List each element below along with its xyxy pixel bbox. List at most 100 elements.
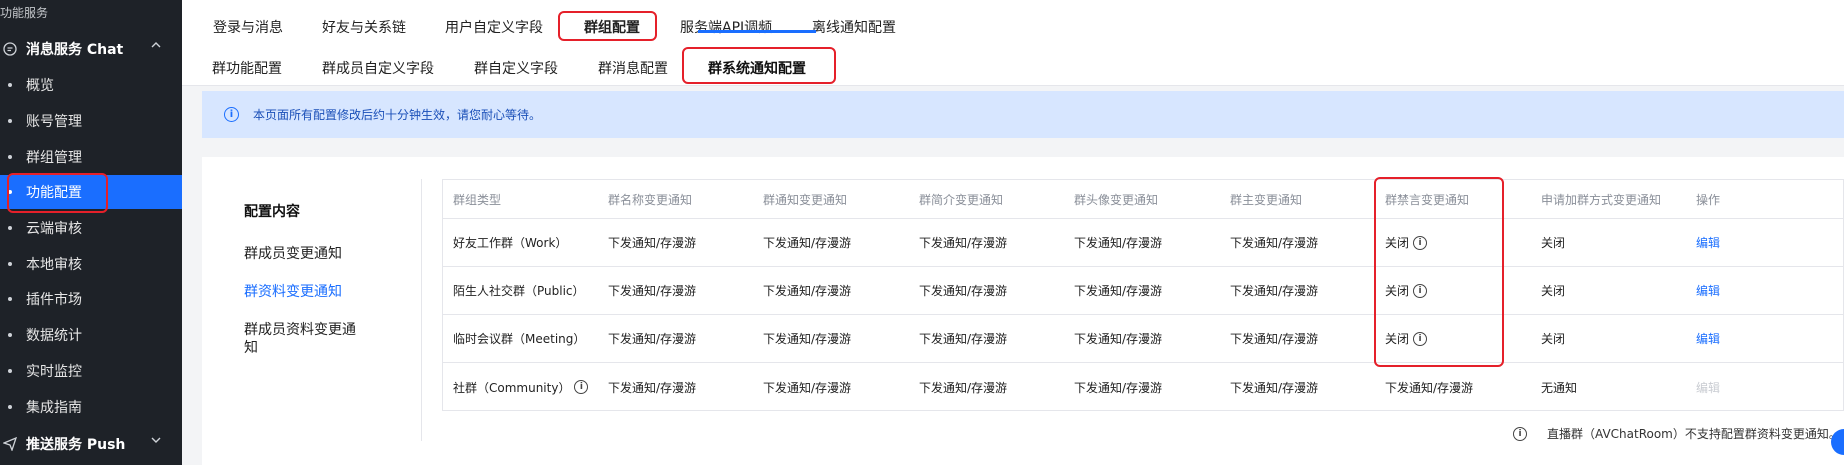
table-cell: 下发通知/存漫游 bbox=[919, 332, 1008, 346]
header-cell: 群简介变更通知 bbox=[919, 192, 1004, 207]
group-type-cell: 陌生人社交群（Public） bbox=[453, 284, 585, 298]
active-tab-underline bbox=[698, 30, 816, 33]
sidebar-item-statistics[interactable]: 数据统计 bbox=[0, 318, 182, 352]
chat-bubble-icon bbox=[2, 41, 18, 57]
header-cell: 群头像变更通知 bbox=[1074, 192, 1159, 207]
config-item-member-change[interactable]: 群成员变更通知 bbox=[244, 245, 364, 263]
sidebar-group-chat[interactable]: 消息服务 Chat bbox=[0, 34, 182, 64]
config-item-profile-change[interactable]: 群资料变更通知 bbox=[244, 283, 364, 301]
header-cell: 群组类型 bbox=[453, 192, 502, 207]
sidebar-item-realtime-monitor[interactable]: 实时监控 bbox=[0, 354, 182, 388]
tab-login-message[interactable]: 登录与消息 bbox=[213, 17, 283, 37]
info-banner: i 本页面所有配置修改后约十分钟生效，请您耐心等待。 bbox=[202, 91, 1844, 138]
table-cell: 下发通知/存漫游 bbox=[1385, 380, 1474, 395]
bullet-icon bbox=[8, 190, 12, 194]
bullet-icon bbox=[8, 333, 12, 337]
sidebar-item-plugin-market[interactable]: 插件市场 bbox=[0, 282, 182, 316]
tab-offline-push[interactable]: 离线通知配置 bbox=[812, 17, 896, 37]
bullet-icon bbox=[8, 262, 12, 266]
chevron-up-icon bbox=[150, 39, 162, 54]
sidebar-section-label: 功能服务 bbox=[0, 6, 49, 20]
sidebar-item-accounts[interactable]: 账号管理 bbox=[0, 104, 182, 138]
subtab-system-notifications[interactable]: 群系统通知配置 bbox=[708, 58, 806, 78]
sidebar-item-label: 概览 bbox=[26, 78, 54, 94]
table-row: 好友工作群（Work） 下发通知/存漫游 下发通知/存漫游 下发通知/存漫游 下… bbox=[443, 219, 1844, 267]
info-icon[interactable]: i bbox=[1413, 331, 1428, 346]
mute-change-value: 关闭 bbox=[1385, 284, 1410, 298]
header-cell: 操作 bbox=[1696, 192, 1721, 207]
bullet-icon bbox=[8, 405, 12, 409]
tab-user-custom-fields[interactable]: 用户自定义字段 bbox=[445, 17, 543, 37]
mute-change-value: 关闭 bbox=[1385, 332, 1410, 346]
sidebar-group-chat-label: 消息服务 Chat bbox=[26, 42, 124, 58]
send-icon bbox=[2, 436, 18, 452]
mute-change-cell: 关闭 i bbox=[1385, 219, 1428, 266]
table-cell: 下发通知/存漫游 bbox=[1074, 236, 1163, 250]
top-tabs: 登录与消息 好友与关系链 用户自定义字段 群组配置 服务端API调频 离线通知配… bbox=[182, 0, 1844, 48]
table-cell: 下发通知/存漫游 bbox=[763, 236, 852, 250]
group-type-cell: 好友工作群（Work） bbox=[453, 236, 568, 250]
table-cell: 无通知 bbox=[1541, 380, 1578, 395]
table-header: 群组类型 群名称变更通知 群通知变更通知 群简介变更通知 群头像变更通知 群主变… bbox=[443, 180, 1844, 219]
edit-link[interactable]: 编辑 bbox=[1696, 267, 1720, 314]
mute-change-cell: 关闭 i bbox=[1385, 315, 1428, 362]
sidebar-item-label: 群组管理 bbox=[26, 150, 82, 166]
table-cell: 下发通知/存漫游 bbox=[763, 380, 852, 395]
sidebar-item-cloud-review[interactable]: 云端审核 bbox=[0, 211, 182, 245]
info-icon[interactable]: i bbox=[1413, 283, 1428, 298]
bullet-icon bbox=[8, 83, 12, 87]
table-cell: 下发通知/存漫游 bbox=[1230, 284, 1319, 298]
table-cell: 下发通知/存漫游 bbox=[919, 380, 1008, 395]
table-row: 临时会议群（Meeting） 下发通知/存漫游 下发通知/存漫游 下发通知/存漫… bbox=[443, 315, 1844, 363]
table-cell: 关闭 bbox=[1541, 284, 1566, 298]
info-icon[interactable]: i bbox=[574, 380, 589, 394]
subtab-group-custom-fields[interactable]: 群自定义字段 bbox=[474, 58, 558, 78]
header-cell: 申请加群方式变更通知 bbox=[1541, 192, 1662, 207]
sidebar-item-integration-guide[interactable]: 集成指南 bbox=[0, 390, 182, 424]
sidebar-item-label: 集成指南 bbox=[26, 400, 82, 416]
sidebar-item-label: 实时监控 bbox=[26, 364, 82, 380]
bullet-icon bbox=[8, 155, 12, 159]
sidebar-item-label: 本地审核 bbox=[26, 257, 82, 273]
tab-group-config[interactable]: 群组配置 bbox=[584, 17, 640, 37]
group-type-cell: 社群（Community） i bbox=[453, 363, 589, 411]
table-cell: 下发通知/存漫游 bbox=[763, 284, 852, 298]
table-cell: 下发通知/存漫游 bbox=[1230, 332, 1319, 346]
table-cell: 下发通知/存漫游 bbox=[608, 332, 697, 346]
table-cell: 下发通知/存漫游 bbox=[1230, 380, 1319, 395]
subtab-group-messages[interactable]: 群消息配置 bbox=[598, 58, 668, 78]
sidebar-item-feature-config[interactable]: 功能配置 bbox=[0, 175, 182, 209]
footnote-text: 直播群（AVChatRoom）不支持配置群资料变更通知。 bbox=[1547, 427, 1841, 441]
sidebar-item-label: 插件市场 bbox=[26, 292, 82, 308]
sidebar-item-label: 账号管理 bbox=[26, 114, 82, 130]
group-type-cell: 临时会议群（Meeting） bbox=[453, 332, 586, 346]
table-cell: 关闭 bbox=[1541, 332, 1566, 346]
tab-server-api[interactable]: 服务端API调频 bbox=[680, 17, 772, 37]
edit-link[interactable]: 编辑 bbox=[1696, 219, 1720, 266]
sub-tabs: 群功能配置 群成员自定义字段 群自定义字段 群消息配置 群系统通知配置 bbox=[182, 48, 1844, 86]
sidebar-item-overview[interactable]: 概览 bbox=[0, 68, 182, 102]
table-cell: 下发通知/存漫游 bbox=[1074, 380, 1163, 395]
info-icon[interactable]: i bbox=[1413, 235, 1428, 250]
edit-link-disabled: 编辑 bbox=[1696, 380, 1721, 395]
banner-text: 本页面所有配置修改后约十分钟生效，请您耐心等待。 bbox=[253, 108, 542, 122]
sidebar-item-label: 功能配置 bbox=[26, 185, 82, 201]
info-icon: i bbox=[224, 107, 239, 122]
subtab-member-custom-fields[interactable]: 群成员自定义字段 bbox=[322, 58, 434, 78]
sidebar-group-push[interactable]: 推送服务 Push bbox=[0, 429, 182, 459]
tab-friends-relations[interactable]: 好友与关系链 bbox=[322, 17, 406, 37]
edit-link[interactable]: 编辑 bbox=[1696, 315, 1720, 362]
sidebar-item-local-review[interactable]: 本地审核 bbox=[0, 247, 182, 281]
table-row: 社群（Community） i 下发通知/存漫游 下发通知/存漫游 下发通知/存漫… bbox=[443, 363, 1844, 411]
info-icon: i bbox=[1513, 426, 1527, 441]
config-panel-title: 配置内容 bbox=[244, 204, 300, 220]
bullet-icon bbox=[8, 369, 12, 373]
table-cell: 关闭 bbox=[1541, 236, 1566, 250]
header-cell: 群禁言变更通知 bbox=[1385, 192, 1470, 207]
sidebar-item-groups[interactable]: 群组管理 bbox=[0, 140, 182, 174]
mute-change-cell: 关闭 i bbox=[1385, 267, 1428, 314]
config-item-member-profile-change[interactable]: 群成员资料变更通知 bbox=[244, 321, 364, 357]
table-cell: 下发通知/存漫游 bbox=[608, 284, 697, 298]
subtab-group-features[interactable]: 群功能配置 bbox=[212, 58, 282, 78]
mute-change-value: 关闭 bbox=[1385, 236, 1410, 250]
